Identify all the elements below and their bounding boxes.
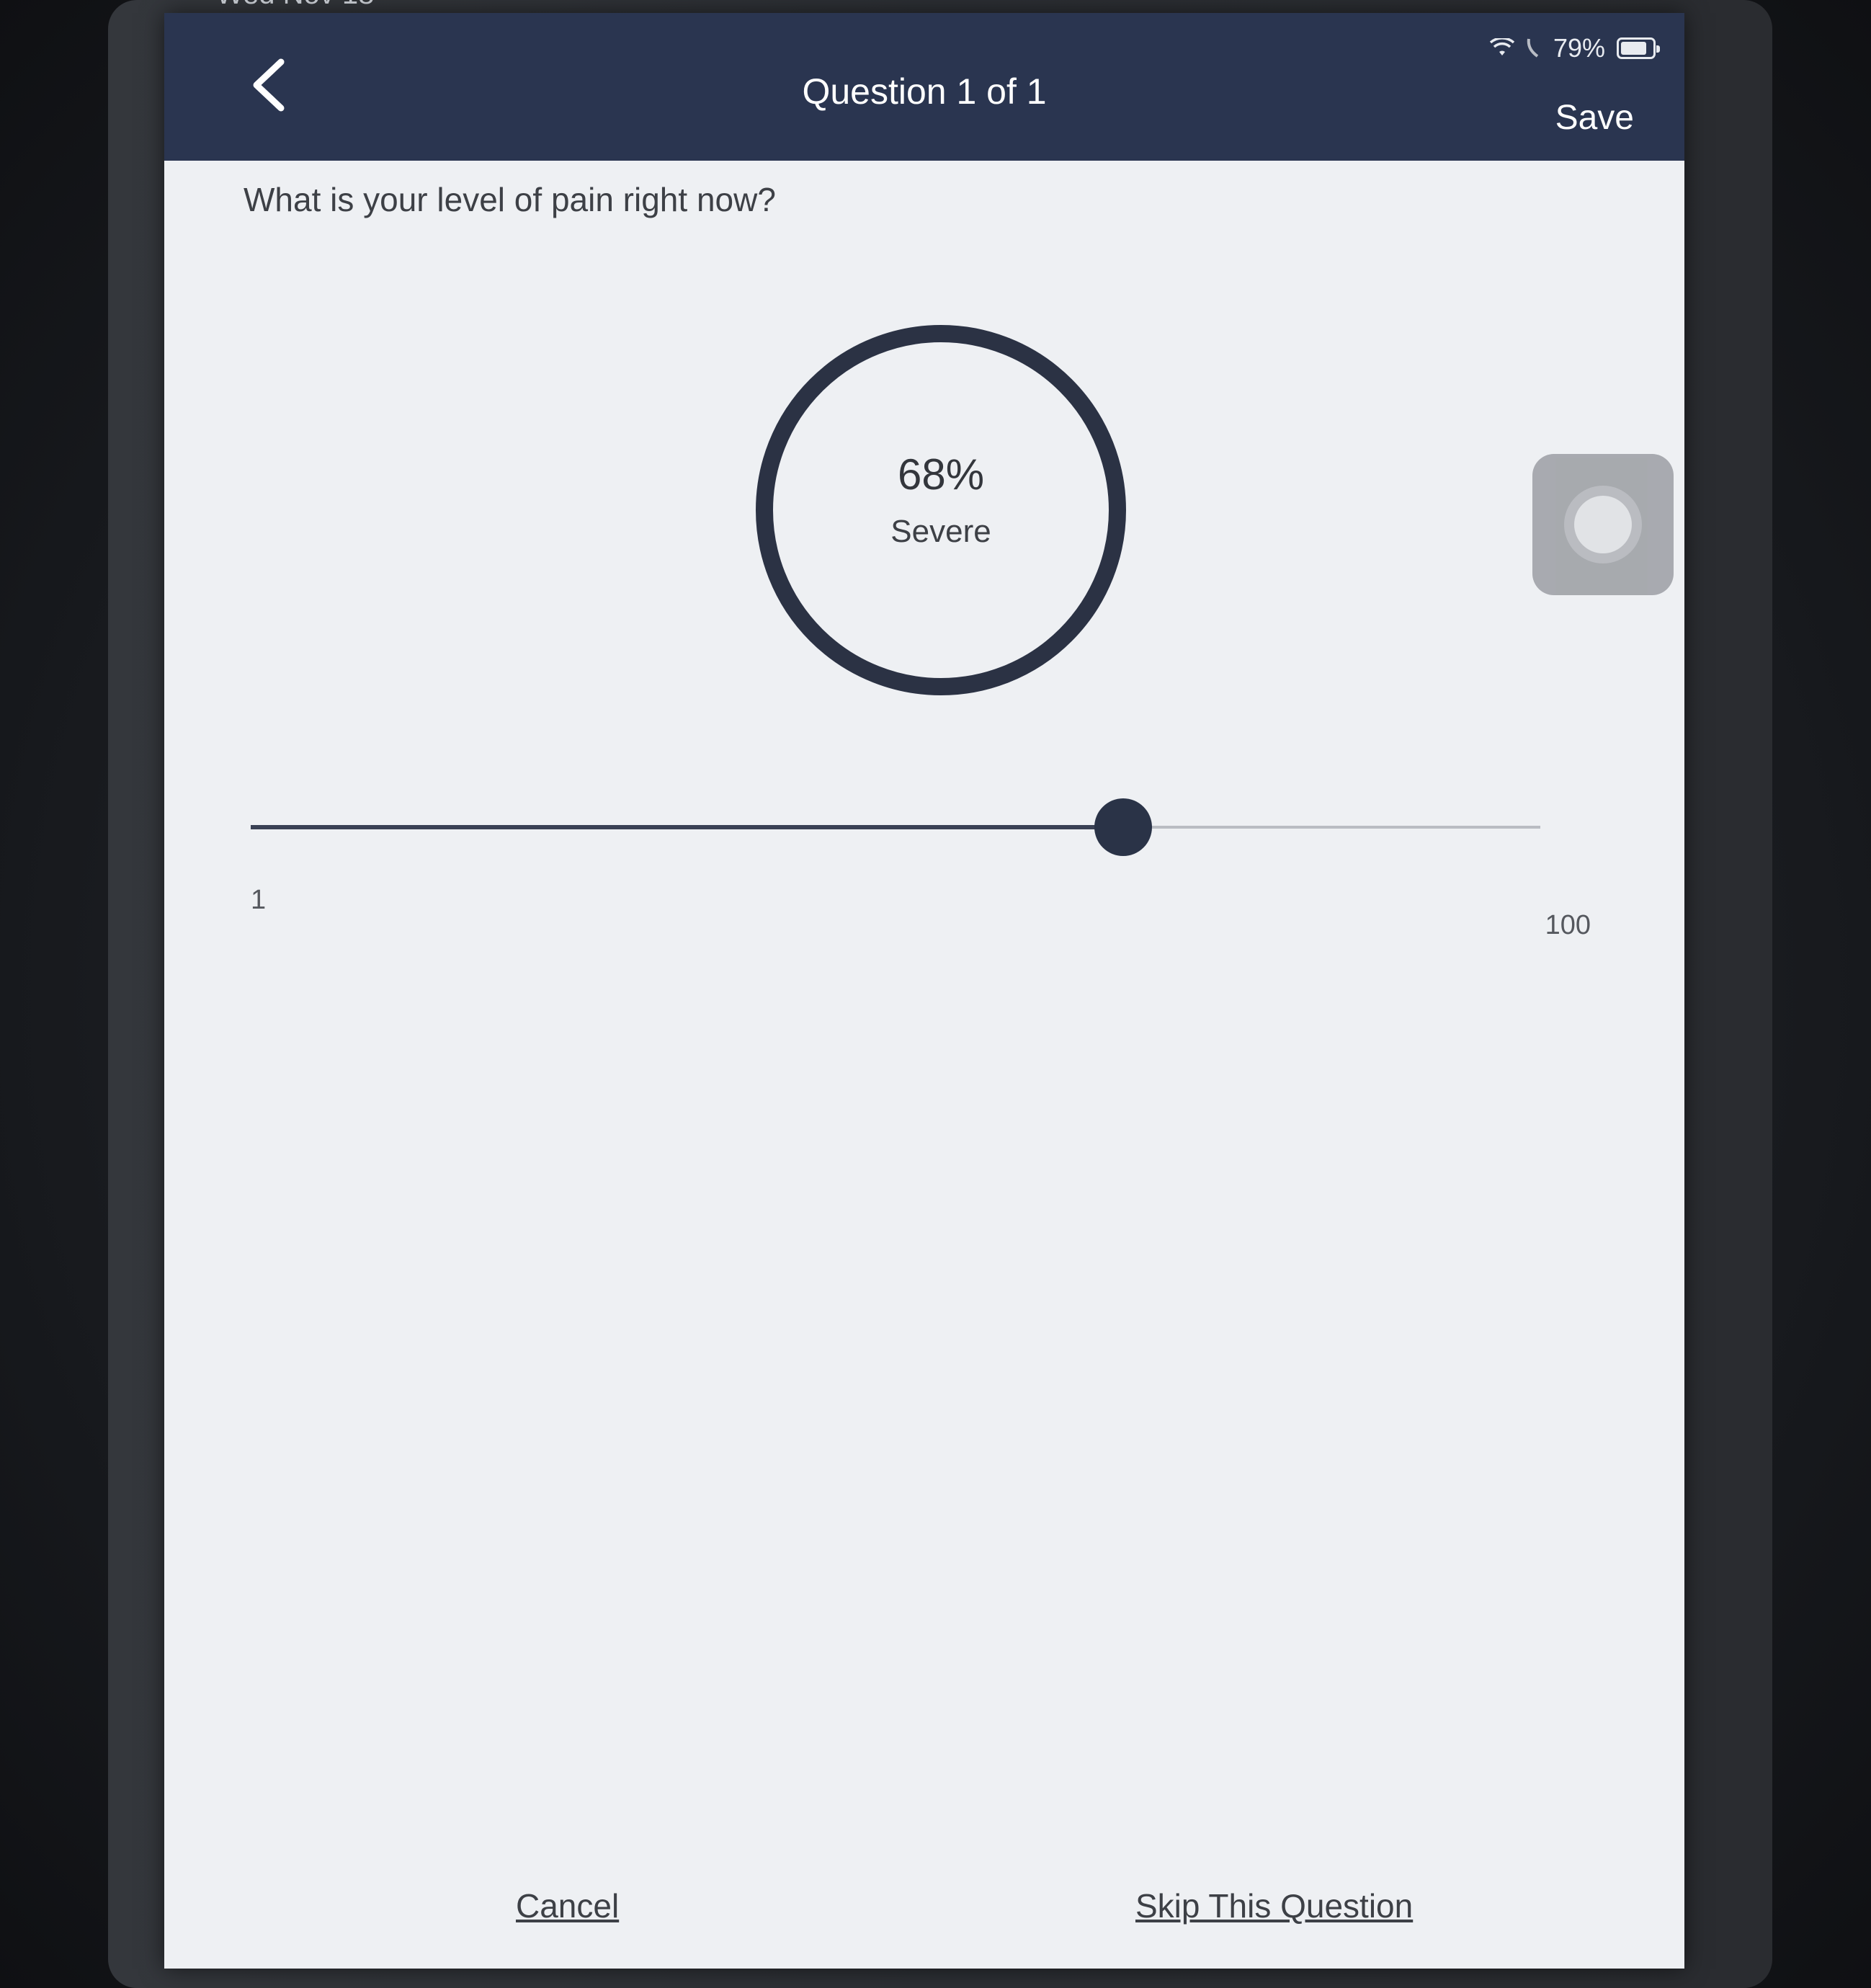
app-screen: 79% Question 1 of 1 Save What is your le… — [164, 13, 1684, 1969]
skip-question-button[interactable]: Skip This Question — [1135, 1886, 1413, 1925]
wifi-icon — [1489, 38, 1514, 55]
slider-min-label: 1 — [251, 885, 267, 915]
slider-max-label: 100 — [1545, 910, 1591, 940]
question-text: What is your level of pain right now? — [244, 181, 776, 218]
slider-thumb[interactable] — [1094, 798, 1153, 856]
page-title: Question 1 of 1 — [802, 71, 1047, 112]
battery-icon — [1617, 37, 1660, 59]
status-bar-right: 79% — [1489, 33, 1660, 63]
gauge-percent: 68% — [897, 450, 985, 499]
battery-percent: 79% — [1553, 33, 1605, 63]
status-bar-date: Wed Nov 18 — [216, 0, 374, 11]
slider-track-fill — [251, 825, 1124, 829]
severity-label: Severe — [890, 513, 991, 549]
assistive-touch-button[interactable] — [1532, 454, 1674, 595]
save-button[interactable]: Save — [1555, 98, 1634, 138]
pain-slider[interactable] — [251, 798, 1540, 856]
signal-icon — [1527, 38, 1539, 58]
gauge-readout: 68% Severe — [754, 323, 1128, 697]
cancel-button[interactable]: Cancel — [516, 1886, 619, 1925]
footer-actions: Cancel Skip This Question — [164, 1886, 1684, 1944]
navigation-bar: 79% Question 1 of 1 Save — [164, 13, 1684, 161]
